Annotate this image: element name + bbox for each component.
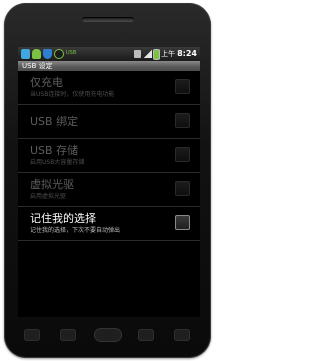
option-sublabel: 启用虚拟光驱	[30, 193, 67, 200]
hardware-keys	[16, 325, 199, 347]
sim-icon	[134, 50, 142, 58]
settings-list: 仅充电 当USB连接时，仅使用充电功能 USB 绑定 USB 存储 启用USB大…	[18, 71, 200, 241]
option-virtual-cdrom[interactable]: 虚拟光驱 启用虚拟光驱	[18, 173, 200, 207]
back-key[interactable]	[60, 329, 76, 341]
clock: 8:24	[177, 49, 197, 58]
usb-tethering-checkbox[interactable]	[175, 113, 190, 128]
charge-only-checkbox[interactable]	[175, 79, 190, 94]
menu-key[interactable]	[24, 329, 40, 341]
call-key[interactable]	[174, 329, 190, 341]
option-usb-tethering[interactable]: USB 绑定	[18, 105, 200, 139]
option-sublabel: 记住我的选择，下次不要自动弹出	[30, 227, 121, 234]
phone-frame: USB 上午 8:24 USB 设定 仅充电 当USB连接时，仅使用充电功能 U…	[4, 3, 211, 358]
shield-icon	[43, 49, 52, 59]
option-sublabel: 启用USB大容量存储	[30, 159, 85, 166]
android-icon	[32, 49, 41, 59]
option-usb-storage[interactable]: USB 存储 启用USB大容量存储	[18, 139, 200, 173]
status-bar: USB 上午 8:24	[18, 47, 200, 61]
earpiece-speaker	[82, 17, 134, 22]
screen: USB 上午 8:24 USB 设定 仅充电 当USB连接时，仅使用充电功能 U…	[18, 47, 200, 317]
option-label: USB 绑定	[30, 115, 79, 128]
title-bar: USB 设定	[18, 61, 200, 71]
remember-choice-checkbox[interactable]	[175, 215, 190, 230]
usb-icon	[21, 49, 30, 59]
home-key[interactable]	[94, 328, 122, 342]
page-title: USB 设定	[22, 62, 53, 70]
signal-icon	[143, 50, 153, 58]
debug-tag: USB	[66, 50, 77, 56]
option-label: 虚拟光驱	[30, 178, 74, 191]
option-label: 仅充电	[30, 76, 63, 89]
option-label: USB 存储	[30, 144, 79, 157]
debug-icon	[54, 49, 64, 59]
option-label: 记住我的选择	[30, 212, 96, 225]
option-sublabel: 当USB连接时，仅使用充电功能	[30, 91, 115, 98]
status-right: 上午 8:24	[134, 48, 197, 60]
network-label: 上午	[161, 50, 176, 58]
usb-storage-checkbox[interactable]	[175, 147, 190, 162]
virtual-cdrom-checkbox[interactable]	[175, 181, 190, 196]
battery-icon	[154, 49, 160, 59]
option-charge-only[interactable]: 仅充电 当USB连接时，仅使用充电功能	[18, 71, 200, 105]
search-key[interactable]	[138, 329, 154, 341]
option-remember-choice[interactable]: 记住我的选择 记住我的选择，下次不要自动弹出	[18, 207, 200, 241]
